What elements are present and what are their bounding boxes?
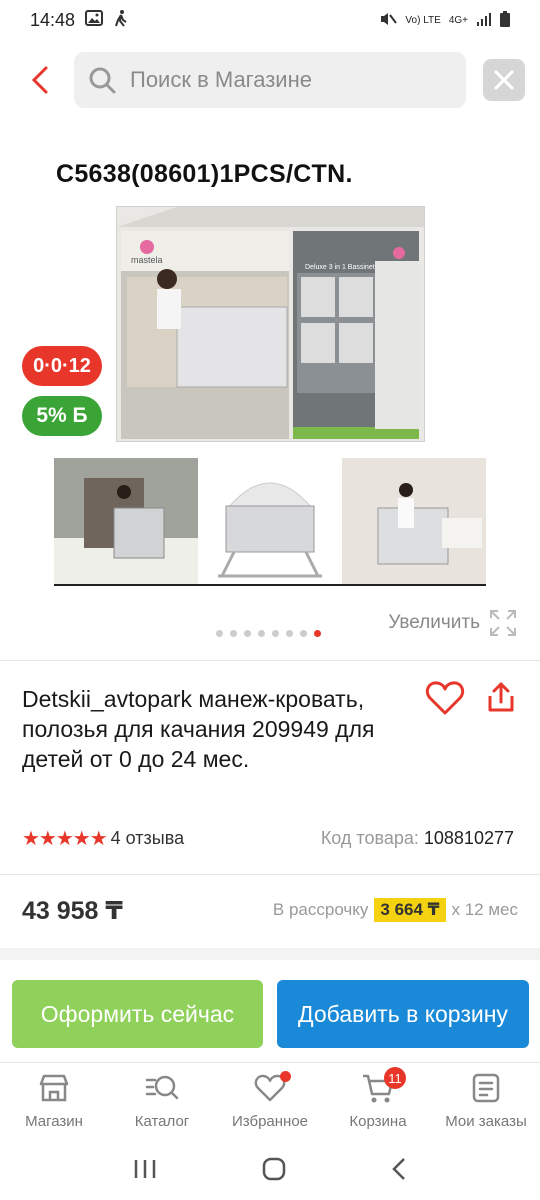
chevron-left-icon [31,66,48,94]
buy-now-button[interactable]: Оформить сейчас [12,980,263,1048]
gallery-pagination[interactable] [216,630,321,637]
network-speed: 4G+ [448,14,468,26]
close-button[interactable] [483,59,525,101]
tab-catalog[interactable]: Каталог [108,1063,216,1142]
product-code-value: 108810277 [423,828,514,848]
favorites-dot [280,1071,291,1082]
tab-label: Каталог [134,1113,190,1130]
rating-row[interactable]: ★★★★★ 4 отзыва [22,826,184,851]
cashback-badge: 5% Б [22,396,102,436]
share-icon [488,682,514,712]
photo-bassinet [198,458,342,584]
reviews-link[interactable]: 4 отзыва [111,828,184,849]
share-button[interactable] [483,680,519,716]
installment-info[interactable]: В рассрочку 3 664 ₸ x 12 мес [273,898,518,922]
tab-label: Магазин [25,1113,83,1130]
tab-label: Мои заказы [445,1113,527,1130]
page-dot[interactable] [272,630,279,637]
tab-store[interactable]: Магазин [0,1063,108,1142]
product-title: Detskii_avtopark манеж-кровать, полозья … [22,686,375,772]
installment-amount: 3 664 ₸ [374,898,446,922]
page-dot[interactable] [230,630,237,637]
recent-apps-icon [134,1159,155,1178]
search-input[interactable] [130,67,430,93]
home-button[interactable] [262,1157,286,1186]
system-nav-bar [0,1142,540,1200]
bottom-tab-bar: Магазин Каталог Избранное 11 Корзина Мои… [0,1062,540,1142]
orders-icon [469,1071,503,1105]
page-dot[interactable] [216,630,223,637]
rating-stars: ★★★★★ [22,828,108,850]
tab-favorites[interactable]: Избранное [216,1063,324,1142]
add-to-cart-button[interactable]: Добавить в корзину [277,980,529,1048]
system-back-button[interactable] [391,1157,407,1186]
home-icon [262,1157,286,1180]
divider [0,874,540,875]
photo-bedroom [54,458,198,584]
gallery-notification-icon [85,9,104,31]
page-dot[interactable] [286,630,293,637]
catalog-search-icon [145,1071,179,1105]
zoom-label: Увеличить [388,612,480,633]
page-dot[interactable] [300,630,307,637]
search-bar[interactable] [74,52,466,108]
section-separator [0,948,540,960]
cart-count-badge: 11 [384,1067,406,1089]
close-icon [494,70,514,90]
page-dot[interactable] [244,630,251,637]
lifestyle-photo-strip [54,458,486,586]
divider [0,660,540,661]
page-dot-active[interactable] [314,630,321,637]
walking-icon [113,9,129,32]
product-code: Код товара: 108810277 [321,828,514,849]
product-code-label: Код товара: [320,828,419,848]
tab-cart[interactable]: 11 Корзина [324,1063,432,1142]
installment-prefix: В рассрочку [272,900,369,919]
favorite-button[interactable] [425,680,465,716]
age-badge: 0·0·12 [22,346,102,386]
tab-orders[interactable]: Мои заказы [432,1063,540,1142]
box-headline-text: Deluxe 3 in 1 Bassinet [305,264,375,271]
box-brand-text: mastela [131,255,163,265]
installment-suffix: x 12 мес [451,900,519,919]
tab-label: Корзина [349,1113,407,1130]
status-time: 14:48 [30,9,76,30]
recent-apps-button[interactable] [133,1158,157,1185]
tab-label: Избранное [231,1113,309,1130]
search-icon [89,67,116,94]
mute-icon [379,11,398,30]
product-gallery[interactable]: C5638(08601)1PCS/CTN. mastela Deluxe 3 i… [0,140,540,660]
product-box-image: mastela Deluxe 3 in 1 Bassinet [116,206,425,442]
photo-living-room [342,458,486,584]
product-price: 43 958 ₸ [22,897,123,925]
back-button[interactable] [22,62,58,98]
search-header [0,52,540,110]
zoom-button[interactable]: Увеличить [388,608,518,638]
signal-icon [476,12,492,29]
page-dot[interactable] [258,630,265,637]
store-icon [37,1071,71,1105]
expand-icon [490,610,516,636]
image-caption: C5638(08601)1PCS/CTN. [56,160,353,188]
battery-icon [500,10,510,30]
heart-icon [425,681,465,715]
chevron-left-icon [392,1157,406,1180]
network-label: Vo) LTE [405,14,441,26]
status-bar: 14:48 Vo) LTE 4G+ [0,0,540,40]
